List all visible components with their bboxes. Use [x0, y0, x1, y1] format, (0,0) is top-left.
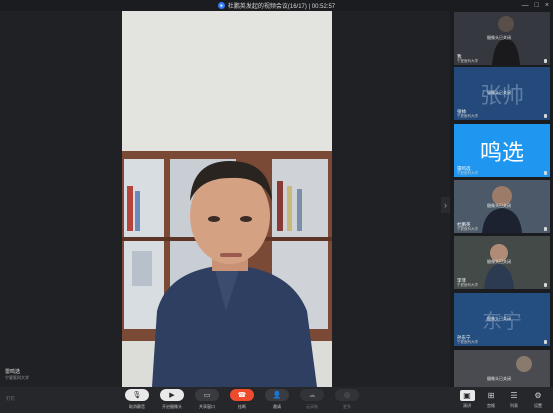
record-label: 云录制: [306, 404, 318, 409]
share-label: 共享窗口: [199, 404, 215, 409]
participant-tile[interactable]: 摄像头已关闭: [454, 350, 550, 387]
gear-icon: ⚙: [534, 391, 542, 400]
list-button[interactable]: ☰ 列表: [505, 390, 523, 409]
main-video-area: 雷鸣选 宁夏医科大学 ›: [0, 11, 450, 387]
close-button[interactable]: ×: [545, 1, 549, 10]
mute-label: 取消静音: [129, 404, 145, 409]
invite-label: 邀请: [273, 404, 281, 409]
brand-logo: 钉钉: [6, 396, 15, 401]
more-icon: ◎: [335, 389, 359, 401]
participant-org: 宁夏医科大学: [457, 227, 478, 231]
mic-icon: [544, 283, 547, 287]
more-button[interactable]: ◎ 更多: [329, 389, 365, 410]
participant-org: 宁夏医科大学: [457, 283, 478, 287]
cloud-record-icon: ☁: [300, 389, 324, 401]
grid-label: 宫格: [487, 403, 495, 408]
window-title: 杜鹏英发起的视频会议(16/17) | 00:52:57: [227, 4, 336, 10]
minimize-button[interactable]: —: [522, 1, 529, 10]
participant-org: 宁夏医科大学: [457, 171, 478, 175]
speaker-layout-button[interactable]: ▣ 演讲: [458, 390, 476, 409]
camera-status: 摄像头已关闭: [487, 316, 511, 321]
camera-status: 摄像头已关闭: [487, 35, 511, 40]
participant-tile[interactable]: 摄像头已关闭 李菲 宁夏医科大学: [454, 236, 550, 289]
invite-button[interactable]: 👤 邀请: [259, 389, 295, 410]
speaker-video: [122, 11, 332, 387]
camera-button[interactable]: ▶ 开启摄像头: [154, 389, 190, 410]
meeting-window: ● 杜鹏英发起的视频会议(16/17) | 00:52:57 — □ × 雷鸣选…: [0, 0, 553, 413]
participant-panel: 摄像头已关闭 我 宁夏医科大学 张帅 摄像头已关闭 张帅 宁夏医科大学 鸣选 雷…: [450, 11, 553, 387]
speaker-video-frame: [122, 11, 332, 387]
bottom-toolbar: 钉钉 🎙 取消静音 ▶ 开启摄像头 ▭ 共享窗口 ☎ 挂断 👤 邀请 ☁ 云录制…: [0, 387, 553, 413]
record-button[interactable]: ☁ 云录制: [294, 389, 330, 410]
settings-button[interactable]: ⚙ 设置: [529, 390, 547, 409]
share-button[interactable]: ▭ 共享窗口: [189, 389, 225, 410]
grid-icon: ⊞: [487, 391, 495, 400]
participant-tile-active[interactable]: 鸣选 雷鸣选 宁夏医科大学: [454, 124, 550, 177]
share-screen-icon: ▭: [195, 389, 219, 401]
camera-status: 摄像头已关闭: [487, 376, 511, 381]
maximize-button[interactable]: □: [535, 1, 539, 10]
participant-tile[interactable]: 摄像头已关闭 我 宁夏医科大学: [454, 12, 550, 65]
camera-status: 摄像头已关闭: [487, 90, 511, 95]
list-label: 列表: [510, 403, 518, 408]
window-controls: — □ ×: [522, 1, 549, 10]
camera-icon: ▶: [160, 389, 184, 401]
participant-org: 宁夏医科大学: [457, 59, 478, 63]
speaker-name: 雷鸣选: [5, 369, 21, 375]
speaker-layout-label: 演讲: [463, 403, 471, 408]
mic-icon: [544, 114, 547, 118]
mic-off-icon: 🎙: [125, 389, 149, 401]
mic-icon: [544, 171, 547, 175]
title-bar: ● 杜鹏英发起的视频会议(16/17) | 00:52:57 — □ ×: [0, 0, 553, 11]
camera-label: 开启摄像头: [162, 404, 182, 409]
speaker-layout-icon: ▣: [459, 390, 475, 401]
mic-icon: [544, 59, 547, 63]
speaker-caption: 雷鸣选 宁夏医科大学: [5, 368, 29, 381]
meeting-icon: ●: [217, 2, 225, 9]
mic-icon: [544, 340, 547, 344]
camera-status: 摄像头已关闭: [487, 203, 511, 208]
participant-tile[interactable]: 张帅 摄像头已关闭 张帅 宁夏医科大学: [454, 67, 550, 120]
camera-status: 摄像头已关闭: [487, 259, 511, 264]
mute-button[interactable]: 🎙 取消静音: [119, 389, 155, 410]
mic-icon: [544, 227, 547, 231]
settings-label: 设置: [534, 403, 542, 408]
grid-layout-button[interactable]: ⊞ 宫格: [482, 390, 500, 409]
more-label: 更多: [343, 404, 351, 409]
add-user-icon: 👤: [265, 389, 289, 401]
participant-org: 宁夏医科大学: [457, 114, 478, 118]
hangup-button[interactable]: ☎ 挂断: [224, 389, 260, 410]
speaker-org: 宁夏医科大学: [5, 375, 29, 380]
participant-tile[interactable]: 摄像头已关闭 杜鹏英 宁夏医科大学: [454, 180, 550, 233]
hangup-label: 挂断: [238, 404, 246, 409]
list-icon: ☰: [510, 391, 518, 400]
participant-org: 宁夏医科大学: [457, 340, 478, 344]
participant-tile[interactable]: 东宁 摄像头已关闭 孙东宁 宁夏医科大学: [454, 293, 550, 346]
hangup-icon: ☎: [230, 389, 254, 401]
chevron-right-icon[interactable]: ›: [441, 197, 450, 213]
